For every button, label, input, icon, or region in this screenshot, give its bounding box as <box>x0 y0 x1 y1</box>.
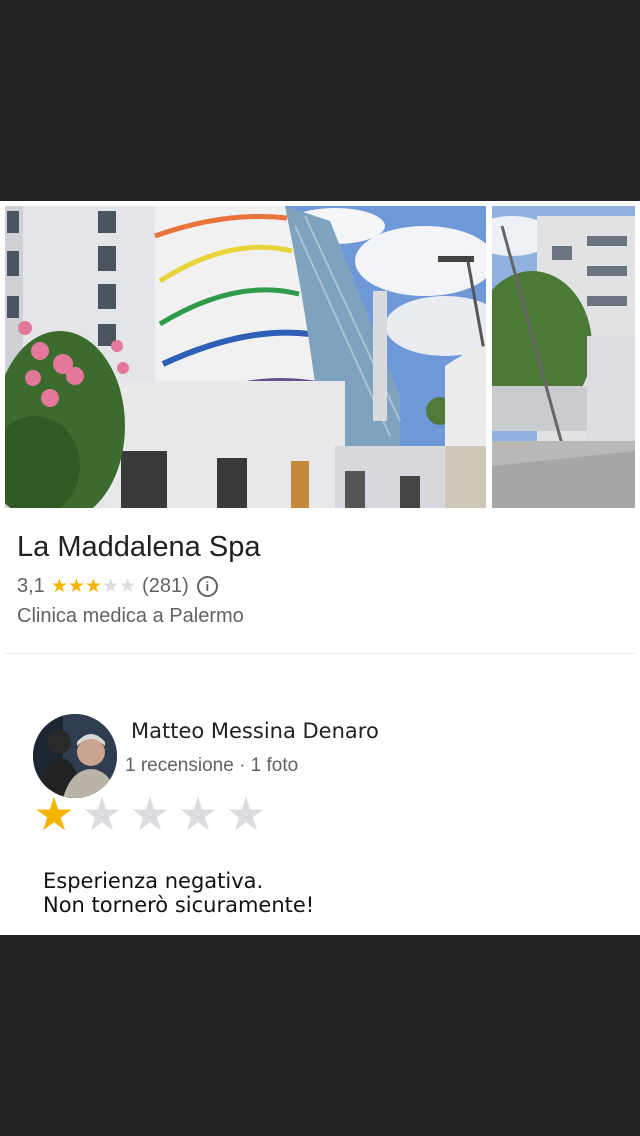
review-text-line: Esperienza negativa. <box>43 869 264 893</box>
place-photo-main[interactable] <box>5 206 486 508</box>
reviews-count[interactable]: (281) <box>142 575 189 598</box>
place-photo-side[interactable] <box>492 206 635 508</box>
avatar[interactable] <box>33 714 117 798</box>
photo-carousel[interactable] <box>0 206 640 508</box>
star-icon: ★ <box>101 575 119 597</box>
star-icon: ★ <box>129 788 171 840</box>
star-icon: ★ <box>84 575 102 597</box>
review-stars: ★ ★ ★ ★ ★ <box>30 791 270 837</box>
star-icon: ★ <box>81 788 123 840</box>
reviewer-meta: 1 recensione · 1 foto <box>125 755 299 776</box>
star-icon: ★ <box>67 575 85 597</box>
place-title: La Maddalena Spa <box>17 531 261 563</box>
info-icon[interactable]: i <box>196 575 218 597</box>
review-text-line: Non tornerò sicuramente! <box>43 893 315 917</box>
star-icon: ★ <box>50 575 68 597</box>
rating-stars: ★ ★ ★ ★ ★ <box>51 577 136 596</box>
place-category: Clinica medica a Palermo <box>17 605 244 627</box>
place-card: La Maddalena Spa 3,1 ★ ★ ★ ★ ★ (281) i C… <box>0 201 640 935</box>
review-text: Esperienza negativa. Non tornerò sicuram… <box>43 869 314 917</box>
star-icon: ★ <box>225 788 267 840</box>
star-icon: ★ <box>177 788 219 840</box>
divider <box>5 653 635 654</box>
star-icon: ★ <box>119 575 137 597</box>
reviewer-name[interactable]: Matteo Messina Denaro <box>131 719 379 743</box>
rating-value: 3,1 <box>17 574 45 597</box>
place-rating-row[interactable]: 3,1 ★ ★ ★ ★ ★ (281) i <box>17 573 218 599</box>
star-icon: ★ <box>33 788 75 840</box>
